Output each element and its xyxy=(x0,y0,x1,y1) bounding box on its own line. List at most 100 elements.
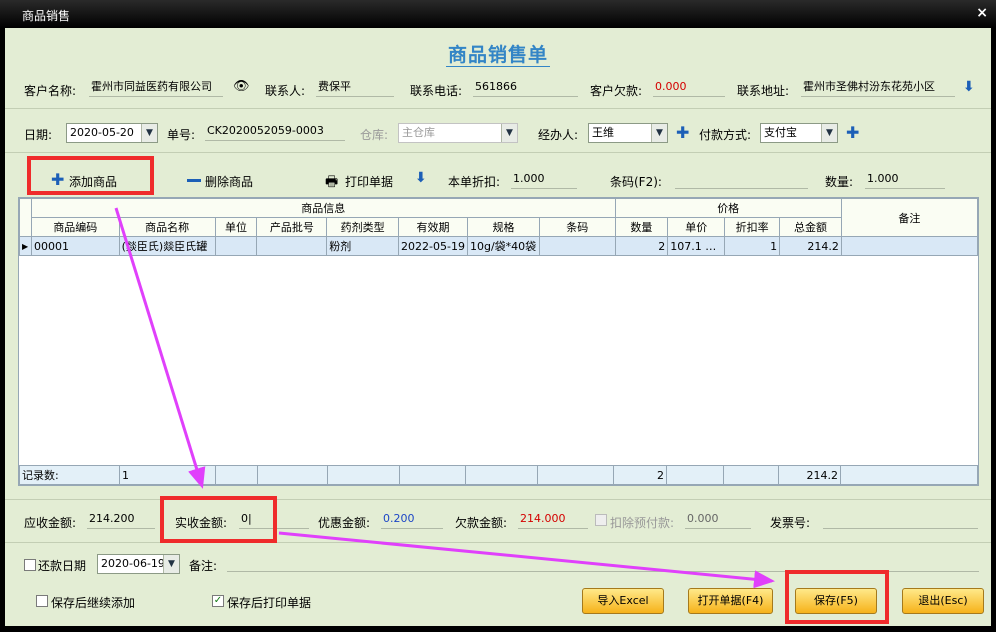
chevron-down-icon[interactable]: ▼ xyxy=(651,124,667,142)
column-header[interactable]: 折扣率 xyxy=(724,217,781,237)
divider xyxy=(5,499,991,500)
column-header[interactable]: 单价 xyxy=(667,217,726,237)
row-header-corner xyxy=(19,198,32,237)
printer-icon[interactable]: 🖶 xyxy=(325,171,338,195)
goods-grid[interactable]: 商品信息 价格 备注 商品编码 商品名称 单位 产品批号 药剂类型 有效期 规格… xyxy=(18,197,979,486)
discount-label: 本单折扣: xyxy=(448,175,501,189)
column-header[interactable]: 数量 xyxy=(614,217,669,237)
chevron-down-icon[interactable]: ▼ xyxy=(141,124,157,142)
cell[interactable]: 粉剂 xyxy=(326,236,400,256)
prepay-checkbox xyxy=(595,514,607,526)
receivable-field: 214.200 xyxy=(87,511,155,529)
form-title: 商品销售单 xyxy=(445,44,550,67)
column-header[interactable]: 产品批号 xyxy=(256,217,328,237)
column-header[interactable]: 单位 xyxy=(214,217,258,237)
address-label: 联系地址: xyxy=(737,84,790,98)
cell[interactable]: (燚臣氏)燚臣氏罐 xyxy=(118,236,216,256)
column-header[interactable]: 药剂类型 xyxy=(326,217,400,237)
owed-field: 214.000 xyxy=(518,511,588,529)
pay-select[interactable]: 支付宝 ▼ xyxy=(760,123,838,143)
delete-goods-button[interactable]: 删除商品 xyxy=(205,173,253,190)
cell[interactable] xyxy=(538,236,616,256)
minus-icon[interactable] xyxy=(187,179,201,182)
qty-field[interactable]: 1.000 xyxy=(865,171,945,189)
binoculars-icon[interactable]: 👁 xyxy=(233,79,250,94)
warehouse-label: 仓库: xyxy=(360,128,389,142)
prepay-label: 扣除预付款: xyxy=(610,516,675,530)
print-button[interactable]: 打印单据 xyxy=(345,173,393,190)
return-date-checkbox[interactable] xyxy=(24,559,36,571)
cell[interactable]: 107.1 … xyxy=(667,236,726,256)
invoice-field[interactable] xyxy=(823,511,978,529)
prepay-field: 0.000 xyxy=(685,511,751,529)
highlight-box xyxy=(27,156,154,195)
barcode-field[interactable] xyxy=(675,171,808,189)
order-label: 单号: xyxy=(167,128,196,142)
receivable-label: 应收金额: xyxy=(24,516,77,530)
goods-table: 商品信息 价格 备注 商品编码 商品名称 单位 产品批号 药剂类型 有效期 规格… xyxy=(19,198,979,256)
debt-label: 客户欠款: xyxy=(590,84,643,98)
date-label: 日期: xyxy=(24,128,53,142)
footer-count: 1 xyxy=(119,465,216,485)
address-field[interactable]: 霍州市圣佛村汾东花苑小区 xyxy=(801,79,955,97)
pay-label: 付款方式: xyxy=(699,128,752,142)
contact-field[interactable]: 费保平 xyxy=(316,79,394,97)
continue-add-checkbox[interactable] xyxy=(36,595,48,607)
note-label: 备注: xyxy=(189,559,218,573)
date-picker[interactable]: 2020-05-20 ▼ xyxy=(66,123,158,143)
phone-field[interactable]: 561866 xyxy=(473,79,578,97)
close-icon[interactable]: × xyxy=(976,5,988,21)
return-date-picker[interactable]: 2020-06-19 ▼ xyxy=(97,554,180,574)
barcode-label: 条码(F2): xyxy=(610,175,662,189)
cell[interactable]: 2 xyxy=(614,236,669,256)
cell[interactable]: 10g/袋*40袋 xyxy=(466,236,540,256)
arrow-down-icon[interactable]: ⬇ xyxy=(963,79,975,95)
import-excel-button[interactable]: 导入Excel xyxy=(582,588,664,614)
cell[interactable]: 00001 xyxy=(30,236,120,256)
invoice-label: 发票号: xyxy=(770,516,811,530)
column-header[interactable]: 总金额 xyxy=(779,217,842,237)
discount-amount-label: 优惠金额: xyxy=(318,516,371,530)
chevron-down-icon: ▼ xyxy=(501,124,517,142)
cell[interactable] xyxy=(840,236,979,256)
column-header[interactable]: 商品编码 xyxy=(30,217,120,237)
column-header[interactable]: 条码 xyxy=(538,217,616,237)
exit-button[interactable]: 退出(Esc) xyxy=(902,588,984,614)
handler-label: 经办人: xyxy=(538,128,579,142)
return-date-label: 还款日期 xyxy=(38,559,87,573)
column-header[interactable]: 商品名称 xyxy=(118,217,216,237)
contact-label: 联系人: xyxy=(265,84,306,98)
cell[interactable]: 214.2 xyxy=(779,236,842,256)
print-after-checkbox[interactable]: ✓ xyxy=(212,595,224,607)
sales-form: 商品销售单 客户名称: 霍州市同益医药有限公司 👁 联系人: 费保平 联系电话:… xyxy=(5,28,991,626)
arrow-down-icon[interactable]: ⬇ xyxy=(415,170,427,186)
table-row[interactable]: ▶ 00001 (燚臣氏)燚臣氏罐 粉剂 2022-05-19 10g/袋*40… xyxy=(19,236,979,256)
column-header[interactable]: 有效期 xyxy=(398,217,468,237)
title-bar: 商品销售 × xyxy=(0,0,996,28)
chevron-down-icon[interactable]: ▼ xyxy=(821,124,837,142)
footer-label: 记录数: xyxy=(19,465,120,485)
chevron-down-icon[interactable]: ▼ xyxy=(163,555,179,573)
print-after-label: 保存后打印单据 xyxy=(227,596,312,610)
group-goods-info: 商品信息 xyxy=(30,198,616,218)
grid-footer: 记录数: 1 2 214.2 xyxy=(19,465,978,485)
discount-amount-field[interactable]: 0.200 xyxy=(381,511,443,529)
divider xyxy=(5,108,991,109)
handler-select[interactable]: 王维 ▼ xyxy=(588,123,668,143)
open-document-button[interactable]: 打开单据(F4) xyxy=(688,588,773,614)
customer-field[interactable]: 霍州市同益医药有限公司 xyxy=(89,79,223,97)
customer-label: 客户名称: xyxy=(24,84,77,98)
phone-label: 联系电话: xyxy=(410,84,463,98)
cell[interactable]: 2022-05-19 xyxy=(398,236,468,256)
remark-header: 备注 xyxy=(840,198,979,237)
add-pay-icon[interactable]: ✚ xyxy=(846,125,859,141)
row-pointer-icon: ▶ xyxy=(19,236,32,256)
cell[interactable]: 1 xyxy=(724,236,781,256)
add-handler-icon[interactable]: ✚ xyxy=(676,125,689,141)
divider xyxy=(5,542,991,543)
discount-field[interactable]: 1.000 xyxy=(511,171,577,189)
cell[interactable] xyxy=(214,236,258,256)
column-header[interactable]: 规格 xyxy=(466,217,540,237)
order-field[interactable]: CK2020052059-0003 xyxy=(205,123,345,141)
cell[interactable] xyxy=(256,236,328,256)
